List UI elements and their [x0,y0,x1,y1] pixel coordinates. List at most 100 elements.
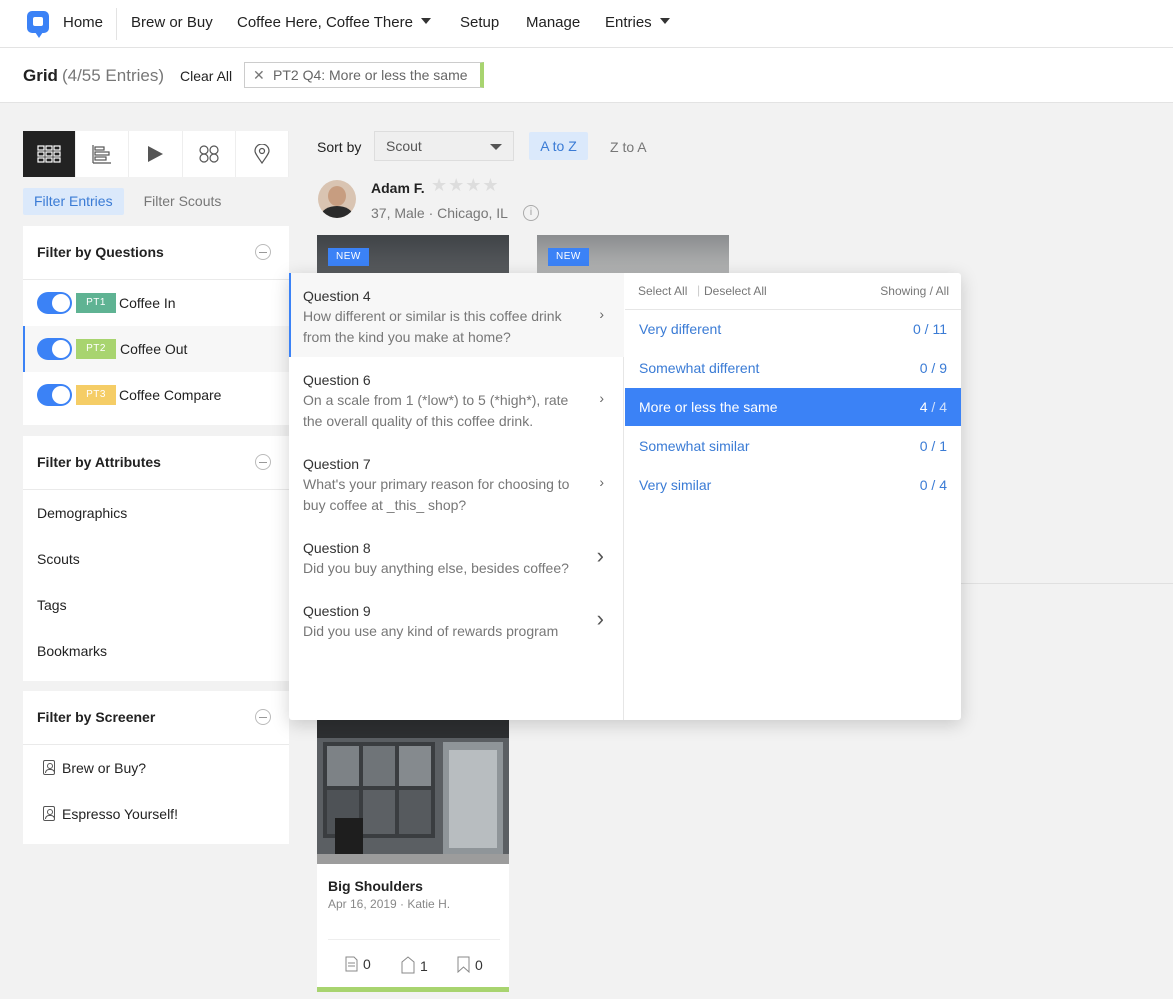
nav-coffee-here-label: Coffee Here, Coffee There [237,14,413,31]
part-label: Coffee Compare [119,387,222,403]
entry-photo [317,720,509,864]
map-view-button[interactable] [236,131,289,177]
nav-brew-or-buy[interactable]: Brew or Buy [131,14,213,31]
question-item-6[interactable]: Question 6 On a scale from 1 (*low*) to … [289,357,624,441]
page-title-text: Grid [23,66,58,85]
play-icon [148,146,164,162]
nav-entries-dropdown[interactable]: Entries [605,14,670,31]
nav-divider [116,8,117,40]
star-icon[interactable]: ★ [431,175,448,195]
screener-item[interactable]: Brew or Buy? [23,745,289,791]
answer-label: Very different [639,321,722,337]
close-icon[interactable]: ✕ [253,63,265,87]
sort-a-to-z-button[interactable]: A to Z [529,132,588,160]
answer-option[interactable]: Very similar 0 / 4 [625,466,961,504]
collapse-icon[interactable] [255,709,271,725]
chart-view-button[interactable] [76,131,130,177]
question-part-row[interactable]: PT1 Coffee In [23,280,289,326]
nav-coffee-here-dropdown[interactable]: Coffee Here, Coffee There [237,14,431,31]
panel-header: Filter by Questions [23,226,289,280]
answer-label: Somewhat different [639,360,760,376]
attribute-item-tags[interactable]: Tags [23,582,289,628]
scout-name: Adam F. [371,180,425,196]
question-number: Question 7 [303,456,371,472]
grid-view-button[interactable] [23,131,77,177]
divider [961,583,1173,584]
sort-select[interactable]: Scout [374,131,514,161]
video-view-button[interactable] [129,131,183,177]
answer-option[interactable]: Somewhat similar 0 / 1 [625,427,961,465]
deselect-all-button[interactable]: Deselect All [704,284,767,298]
question-text: What's your primary reason for choosing … [303,476,570,513]
part-label: Coffee In [119,295,176,311]
chevron-right-icon: › [596,543,604,568]
notes-count[interactable]: 0 [345,956,371,972]
question-item-8[interactable]: Question 8 Did you buy anything else, be… [289,525,624,588]
answer-count-shown: 4 [919,399,928,415]
panel-title: Filter by Questions [37,244,164,260]
nav-setup[interactable]: Setup [460,14,499,31]
answer-label: Somewhat similar [639,438,750,454]
grid-view-icon [37,145,61,163]
answer-count-shown: 0 [912,321,921,337]
question-number: Question 9 [303,603,371,619]
answer-list: Select All | Deselect All Showing / All … [625,273,961,720]
star-icon[interactable]: ★ [465,175,482,195]
star-rating[interactable]: ★★★★ [431,175,500,196]
part-toggle[interactable] [37,338,72,360]
cluster-view-button[interactable] [183,131,236,177]
clear-all-button[interactable]: Clear All [180,68,232,84]
part-toggle[interactable] [37,292,72,314]
showing-all-label: Showing / All [880,284,949,298]
select-all-button[interactable]: Select All [638,284,687,298]
attribute-item-demographics[interactable]: Demographics [23,490,289,536]
answer-option[interactable]: Very different 0 / 11 [625,310,961,348]
notes-count-value: 0 [363,956,371,972]
entry-card[interactable]: Big Shoulders Apr 16, 2019 · Katie H. 0 … [317,720,509,992]
part-toggle[interactable] [37,384,72,406]
map-pin-icon [254,144,270,164]
nav-manage[interactable]: Manage [526,14,580,31]
chevron-down-icon [420,18,431,24]
question-item-4[interactable]: Question 4 How different or similar is t… [289,273,624,357]
chevron-down-icon [490,144,502,150]
entry-count: (4/55 Entries) [61,66,164,85]
answer-count-all: 4 [939,399,947,415]
sort-z-to-a-button[interactable]: Z to A [610,139,647,155]
nav-entries-label: Entries [605,14,652,31]
nav-home[interactable]: Home [63,14,103,31]
chevron-right-icon: › [596,606,604,631]
answer-count-shown: 0 [919,360,928,376]
question-text: On a scale from 1 (*low*) to 5 (*high*),… [303,392,569,429]
part-tag: PT2 [76,339,116,359]
collapse-icon[interactable] [255,244,271,260]
answer-count-all: 1 [939,438,947,454]
sort-label: Sort by [317,139,362,155]
question-filter-dropdown: Question 4 How different or similar is t… [289,273,961,720]
question-part-row[interactable]: PT3 Coffee Compare [23,372,289,418]
question-item-7[interactable]: Question 7 What's your primary reason fo… [289,441,624,525]
answer-option-selected[interactable]: More or less the same 4 / 4 [625,388,961,426]
answer-option[interactable]: Somewhat different 0 / 9 [625,349,961,387]
collapse-icon[interactable] [255,454,271,470]
entry-card-image[interactable]: NEW [537,235,729,275]
app-logo-icon[interactable] [27,11,49,38]
star-icon[interactable]: ★ [448,175,465,195]
screener-item[interactable]: Espresso Yourself! [23,791,289,837]
screener-label: Brew or Buy? [62,760,147,776]
question-item-9[interactable]: Question 9 Did you use any kind of rewar… [289,588,624,651]
screener-icon [43,760,55,775]
tab-filter-scouts[interactable]: Filter Scouts [133,188,233,215]
separator: | [697,283,701,297]
tab-filter-entries[interactable]: Filter Entries [23,188,124,215]
attribute-item-bookmarks[interactable]: Bookmarks [23,628,289,674]
filter-tabs: Filter Entries Filter Scouts [23,188,232,215]
question-part-row-selected[interactable]: PT2 Coffee Out [23,326,289,372]
tags-count[interactable]: 1 [401,956,428,974]
bookmarks-count[interactable]: 0 [457,956,483,974]
page-title: Grid (4/55 Entries) [23,66,164,86]
info-icon[interactable]: i [523,205,539,221]
entry-card-image[interactable]: NEW [317,235,509,275]
star-icon[interactable]: ★ [482,175,499,195]
attribute-item-scouts[interactable]: Scouts [23,536,289,582]
